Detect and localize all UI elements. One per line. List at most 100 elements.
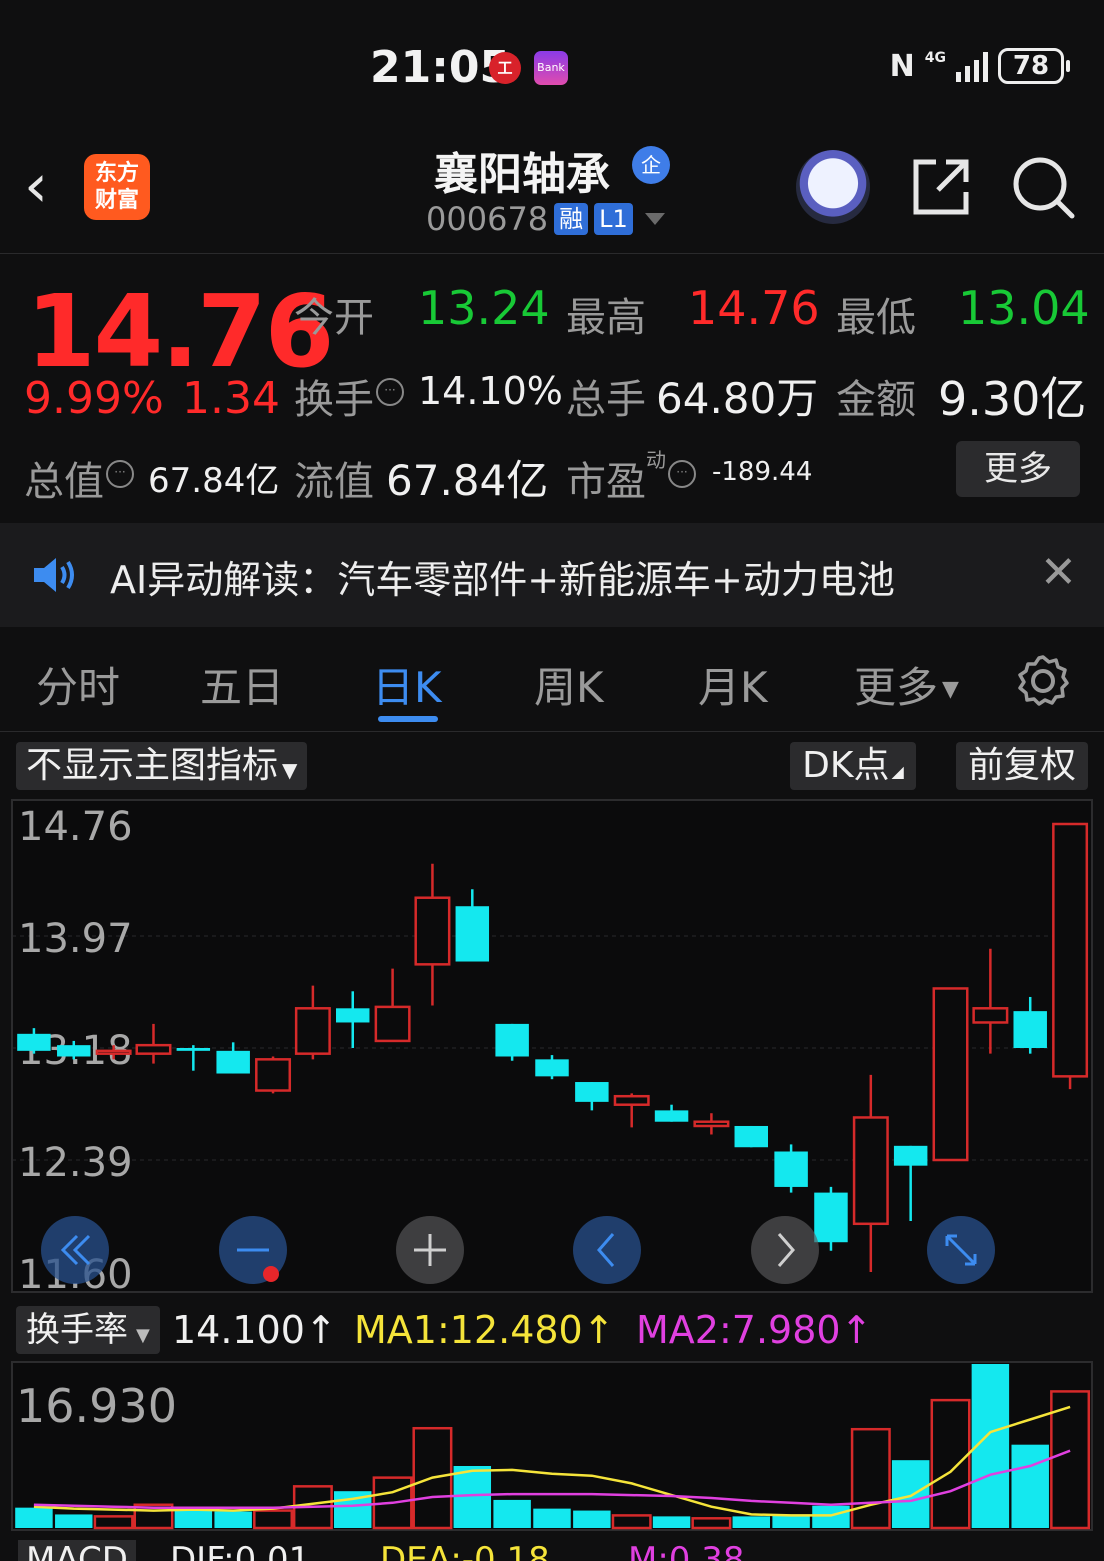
info-icon[interactable]: ··· xyxy=(376,378,404,406)
candle-body xyxy=(693,1120,730,1128)
nav-button-bg xyxy=(573,1216,641,1284)
turnover-label: 换手 ··· xyxy=(294,367,404,425)
caret-down-icon: ▼ xyxy=(136,1325,150,1346)
close-icon[interactable]: ✕ xyxy=(1040,549,1077,597)
candle-body xyxy=(893,1145,928,1166)
volume-label: 总手 xyxy=(566,377,646,423)
ai-analysis-bar[interactable]: AI异动解读：汽车零部件+新能源车+动力电池 ✕ xyxy=(0,523,1104,627)
prev-icon[interactable] xyxy=(573,1216,641,1284)
info-icon[interactable]: ··· xyxy=(106,460,134,488)
kline-chart[interactable]: 14.7613.9713.1812.3911.60 xyxy=(0,796,1104,1298)
bank-icon: 工 xyxy=(489,52,521,84)
speaker-icon xyxy=(34,558,74,592)
candle-body xyxy=(535,1059,569,1077)
level-tag: L1 xyxy=(594,203,633,235)
candle-body xyxy=(774,1151,808,1187)
ai-assistant-icon[interactable] xyxy=(796,150,870,224)
enterprise-badge: 企 xyxy=(632,146,670,184)
turnover-bar xyxy=(533,1508,571,1528)
amount-label: 金额 xyxy=(836,377,916,423)
turnover-bar xyxy=(891,1460,930,1528)
dif-value: DIF:0.01 xyxy=(170,1540,311,1561)
y-tick-label: 13.97 xyxy=(18,916,133,962)
candle-body xyxy=(575,1082,609,1102)
turnover-bar xyxy=(611,1514,652,1530)
amount-value: 9.30亿 xyxy=(938,372,1087,426)
candle-body xyxy=(814,1192,848,1243)
stock-name[interactable]: 襄阳轴承 xyxy=(434,138,610,202)
pe-label-text: 市盈 xyxy=(566,459,646,505)
sub-indicator-select[interactable]: 换手率 ▼ xyxy=(16,1306,160,1354)
dk-label: DK点 xyxy=(802,745,890,786)
gear-icon[interactable] xyxy=(1016,654,1070,708)
turnover-bar xyxy=(812,1505,850,1528)
turnover-label-text: 换手 xyxy=(294,377,374,423)
mktcap-label: 总值 ··· xyxy=(24,449,134,507)
open-value: 13.24 xyxy=(418,281,550,335)
chart-toolbar: 不显示主图指标 ▼ DK点 ◢ 前复权 xyxy=(0,736,1104,796)
ma1-text: MA1:12.480 xyxy=(354,1308,583,1352)
turnover-bar xyxy=(493,1499,531,1528)
adjust-button[interactable]: 前复权 xyxy=(956,742,1088,790)
m-value: M:0.38 xyxy=(628,1540,745,1561)
tab-intraday[interactable]: 分时 xyxy=(36,654,120,715)
app-logo: 东方 财富 xyxy=(84,154,150,220)
pe-dynamic-sup: 动 xyxy=(646,447,666,472)
turnover-bar xyxy=(174,1509,213,1528)
tab-daily-k[interactable]: 日K xyxy=(372,654,442,715)
turnover-bar xyxy=(93,1515,134,1530)
caret-down-icon: ▼ xyxy=(282,758,298,782)
zoom-in-icon[interactable] xyxy=(396,1216,464,1284)
candle-body xyxy=(255,1058,292,1092)
active-tab-indicator xyxy=(378,716,438,722)
candle-body xyxy=(1013,1011,1047,1048)
main-indicator-select[interactable]: 不显示主图指标 ▼ xyxy=(16,742,308,790)
share-icon[interactable] xyxy=(910,156,972,218)
bank-app-icon: Bank xyxy=(534,51,568,85)
nav-button-bg xyxy=(751,1216,819,1284)
candle-body xyxy=(336,1008,370,1023)
turnover-value-text: 14.100 xyxy=(172,1308,305,1352)
turnover-bar xyxy=(253,1509,294,1530)
dea-value: DEA:-0.18 xyxy=(380,1540,550,1561)
pe-value: -189.44 xyxy=(712,457,813,487)
status-bar: 21:05 工 Bank N 4G 78 xyxy=(0,0,1104,128)
corner-icon: ◢ xyxy=(891,762,904,781)
high-label: 最高 xyxy=(566,295,646,341)
tab-more[interactable]: 更多 ▼ xyxy=(854,654,959,715)
info-icon[interactable]: ··· xyxy=(668,460,696,488)
fast-back-icon[interactable] xyxy=(41,1216,109,1284)
back-icon[interactable]: ‹ xyxy=(24,156,48,216)
search-icon[interactable] xyxy=(1012,156,1076,220)
mktcap-value: 67.84亿 xyxy=(148,461,280,501)
stock-code-row[interactable]: 000678 融 L1 xyxy=(426,200,665,238)
candle-body xyxy=(654,1110,689,1122)
turnover-bar xyxy=(453,1466,492,1528)
turnover-chart[interactable]: 16.930 xyxy=(0,1360,1104,1532)
arrow-up-icon: ↑ xyxy=(582,1308,615,1352)
candle-body xyxy=(1052,822,1089,1078)
candle-body xyxy=(57,1045,91,1057)
tab-five-day[interactable]: 五日 xyxy=(200,654,284,715)
candle-body xyxy=(216,1050,250,1074)
candle-body xyxy=(414,896,451,966)
tab-weekly-k[interactable]: 周K xyxy=(534,654,604,715)
macd-select[interactable]: MACD xyxy=(18,1540,136,1561)
candle-body xyxy=(852,1116,889,1226)
candle-body xyxy=(294,1007,331,1055)
battery-icon: 78 xyxy=(998,48,1070,84)
tab-monthly-k[interactable]: 月K xyxy=(698,654,768,715)
quote-panel: 14.76 9.99% 1.34 今开 13.24 最高 14.76 最低 13… xyxy=(0,255,1104,523)
network-type: 4G xyxy=(924,50,946,66)
open-label: 今开 xyxy=(294,295,374,341)
next-icon[interactable] xyxy=(751,1216,819,1284)
dk-point-button[interactable]: DK点 ◢ xyxy=(790,742,916,790)
candle-body xyxy=(972,1007,1009,1024)
zoom-out-icon[interactable] xyxy=(219,1216,287,1284)
status-indicators: N 4G 78 xyxy=(890,48,1070,84)
fullscreen-icon[interactable] xyxy=(927,1216,995,1284)
candle-body xyxy=(613,1094,650,1106)
candle-body xyxy=(932,987,969,1162)
change-percent: 9.99% xyxy=(24,373,164,424)
more-quote-button[interactable]: 更多 xyxy=(956,441,1080,497)
